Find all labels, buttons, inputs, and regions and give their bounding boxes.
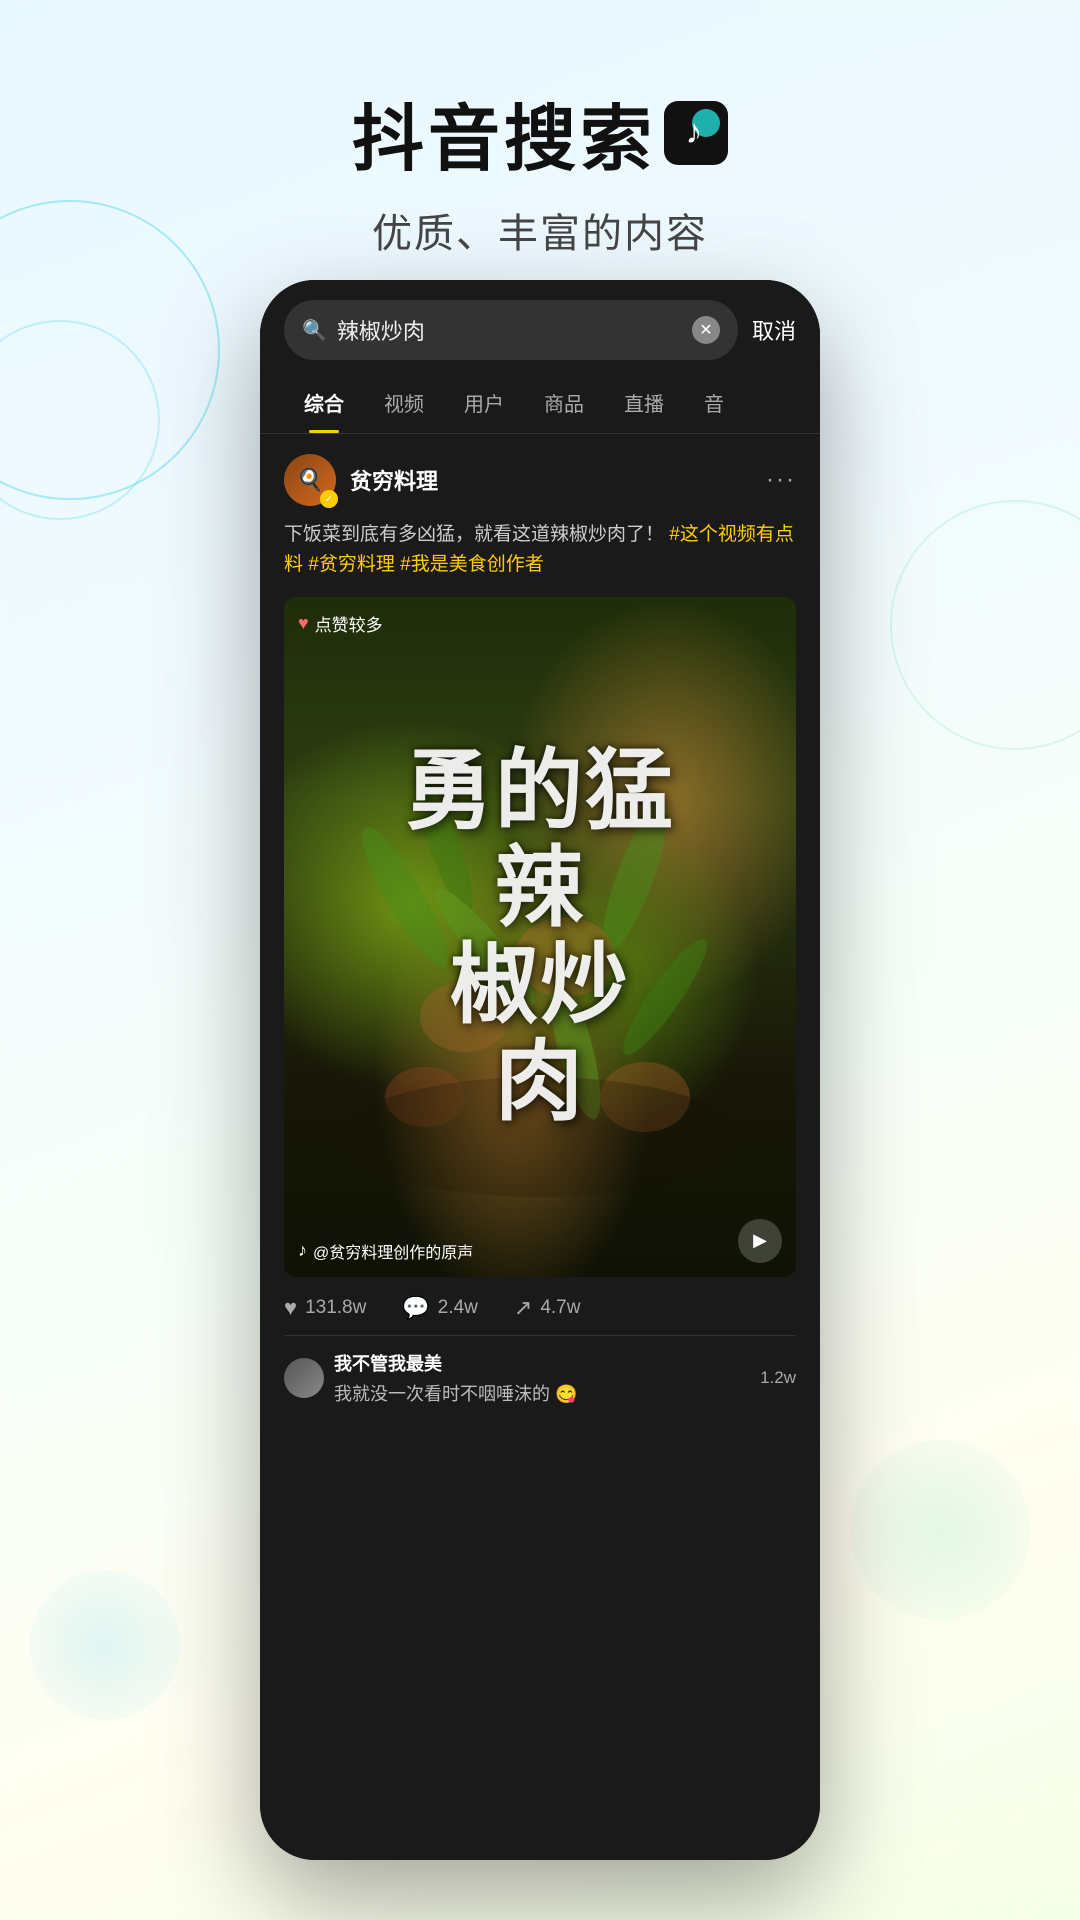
content-area: 🍳 ✓ 贫穷料理 ··· 下饭菜到底有多凶猛，就看这道辣椒炒肉了！ #这个视频有… <box>260 434 820 1426</box>
comment-avatar <box>284 1358 324 1398</box>
comment-content: 我不管我最美 我就没一次看时不咽唾沫的 😋 <box>334 1350 750 1406</box>
header-area: 抖音搜索 ♪ 优质、丰富的内容 <box>0 0 1080 259</box>
comment-row: 我不管我最美 我就没一次看时不咽唾沫的 😋 1.2w <box>284 1350 796 1406</box>
clear-button[interactable]: ✕ <box>692 316 720 344</box>
heart-icon: ♥ <box>298 613 309 634</box>
tab-直播[interactable]: 直播 <box>604 372 684 433</box>
popular-label: 点赞较多 <box>315 611 383 636</box>
cancel-button[interactable]: 取消 <box>752 314 796 346</box>
phone-frame: 🔍 辣椒炒肉 ✕ 取消 综合 视频 用户 商品 <box>260 280 820 1860</box>
video-thumbnail[interactable]: 勇的猛辣椒炒肉 ♥ 点赞较多 ♪ @贫穷料理创作的原声 ▶ <box>284 597 796 1277</box>
sound-row: ♪ @贫穷料理创作的原声 <box>298 1239 473 1263</box>
tab-商品[interactable]: 商品 <box>524 372 604 433</box>
desc-main: 下饭菜到底有多凶猛，就看这道辣椒炒肉了！ <box>284 524 664 545</box>
share-stat-icon: ↗ <box>514 1295 532 1321</box>
comment-preview: 我不管我最美 我就没一次看时不咽唾沫的 😋 1.2w <box>284 1335 796 1406</box>
video-text-overlay: 勇的猛辣椒炒肉 <box>284 597 796 1277</box>
sound-label: @贫穷料理创作的原声 <box>313 1239 473 1263</box>
main-title: 抖音搜索 ♪ <box>0 80 1080 185</box>
popular-badge: ♥ 点赞较多 <box>298 611 383 636</box>
comment-username: 我不管我最美 <box>334 1350 750 1376</box>
bg-blob <box>850 1440 1030 1620</box>
tiktok-logo-icon: ♪ <box>664 101 728 165</box>
subtitle: 优质、丰富的内容 <box>0 201 1080 259</box>
comments-count: 2.4w <box>438 1297 478 1319</box>
tab-音[interactable]: 音 <box>684 372 744 433</box>
app-title: 抖音搜索 <box>352 80 656 185</box>
more-button[interactable]: ··· <box>766 466 796 494</box>
tab-综合[interactable]: 综合 <box>284 372 364 433</box>
search-bar-row: 🔍 辣椒炒肉 ✕ 取消 <box>260 280 820 372</box>
tab-视频[interactable]: 视频 <box>364 372 444 433</box>
shares-count: 4.7w <box>540 1297 580 1319</box>
search-query: 辣椒炒肉 <box>337 314 682 346</box>
phone-inner: 🔍 辣椒炒肉 ✕ 取消 综合 视频 用户 商品 <box>260 280 820 1860</box>
tabs-row: 综合 视频 用户 商品 直播 音 <box>260 372 820 434</box>
comment-count: 1.2w <box>760 1368 796 1388</box>
comment-stat-icon: 💬 <box>402 1295 429 1321</box>
search-input-wrap[interactable]: 🔍 辣椒炒肉 ✕ <box>284 300 738 360</box>
tiktok-d-icon: ♪ <box>298 1240 307 1261</box>
video-big-text: 勇的猛辣椒炒肉 <box>405 743 675 1130</box>
stats-row: ♥ 131.8w 💬 2.4w ↗ 4.7w <box>284 1277 796 1335</box>
username[interactable]: 贫穷料理 <box>350 464 752 496</box>
bg-circle-3 <box>890 500 1080 750</box>
likes-count: 131.8w <box>305 1297 366 1319</box>
phone-container: 🔍 辣椒炒肉 ✕ 取消 综合 视频 用户 商品 <box>260 280 820 1860</box>
tab-用户[interactable]: 用户 <box>444 372 524 433</box>
description: 下饭菜到底有多凶猛，就看这道辣椒炒肉了！ #这个视频有点料 #贫穷料理 #我是美… <box>284 520 796 581</box>
verified-badge: ✓ <box>320 490 338 508</box>
heart-stat-icon: ♥ <box>284 1295 297 1321</box>
play-button[interactable]: ▶ <box>738 1219 782 1263</box>
logo-symbol: ♪ <box>686 113 707 152</box>
search-icon: 🔍 <box>302 318 327 343</box>
shares-stat[interactable]: ↗ 4.7w <box>514 1295 581 1321</box>
user-row: 🍳 ✓ 贫穷料理 ··· <box>284 454 796 506</box>
comments-stat[interactable]: 💬 2.4w <box>402 1295 478 1321</box>
bg-blob2 <box>30 1570 180 1720</box>
avatar: 🍳 ✓ <box>284 454 336 506</box>
likes-stat[interactable]: ♥ 131.8w <box>284 1295 366 1321</box>
comment-text: 我就没一次看时不咽唾沫的 😋 <box>334 1380 750 1406</box>
